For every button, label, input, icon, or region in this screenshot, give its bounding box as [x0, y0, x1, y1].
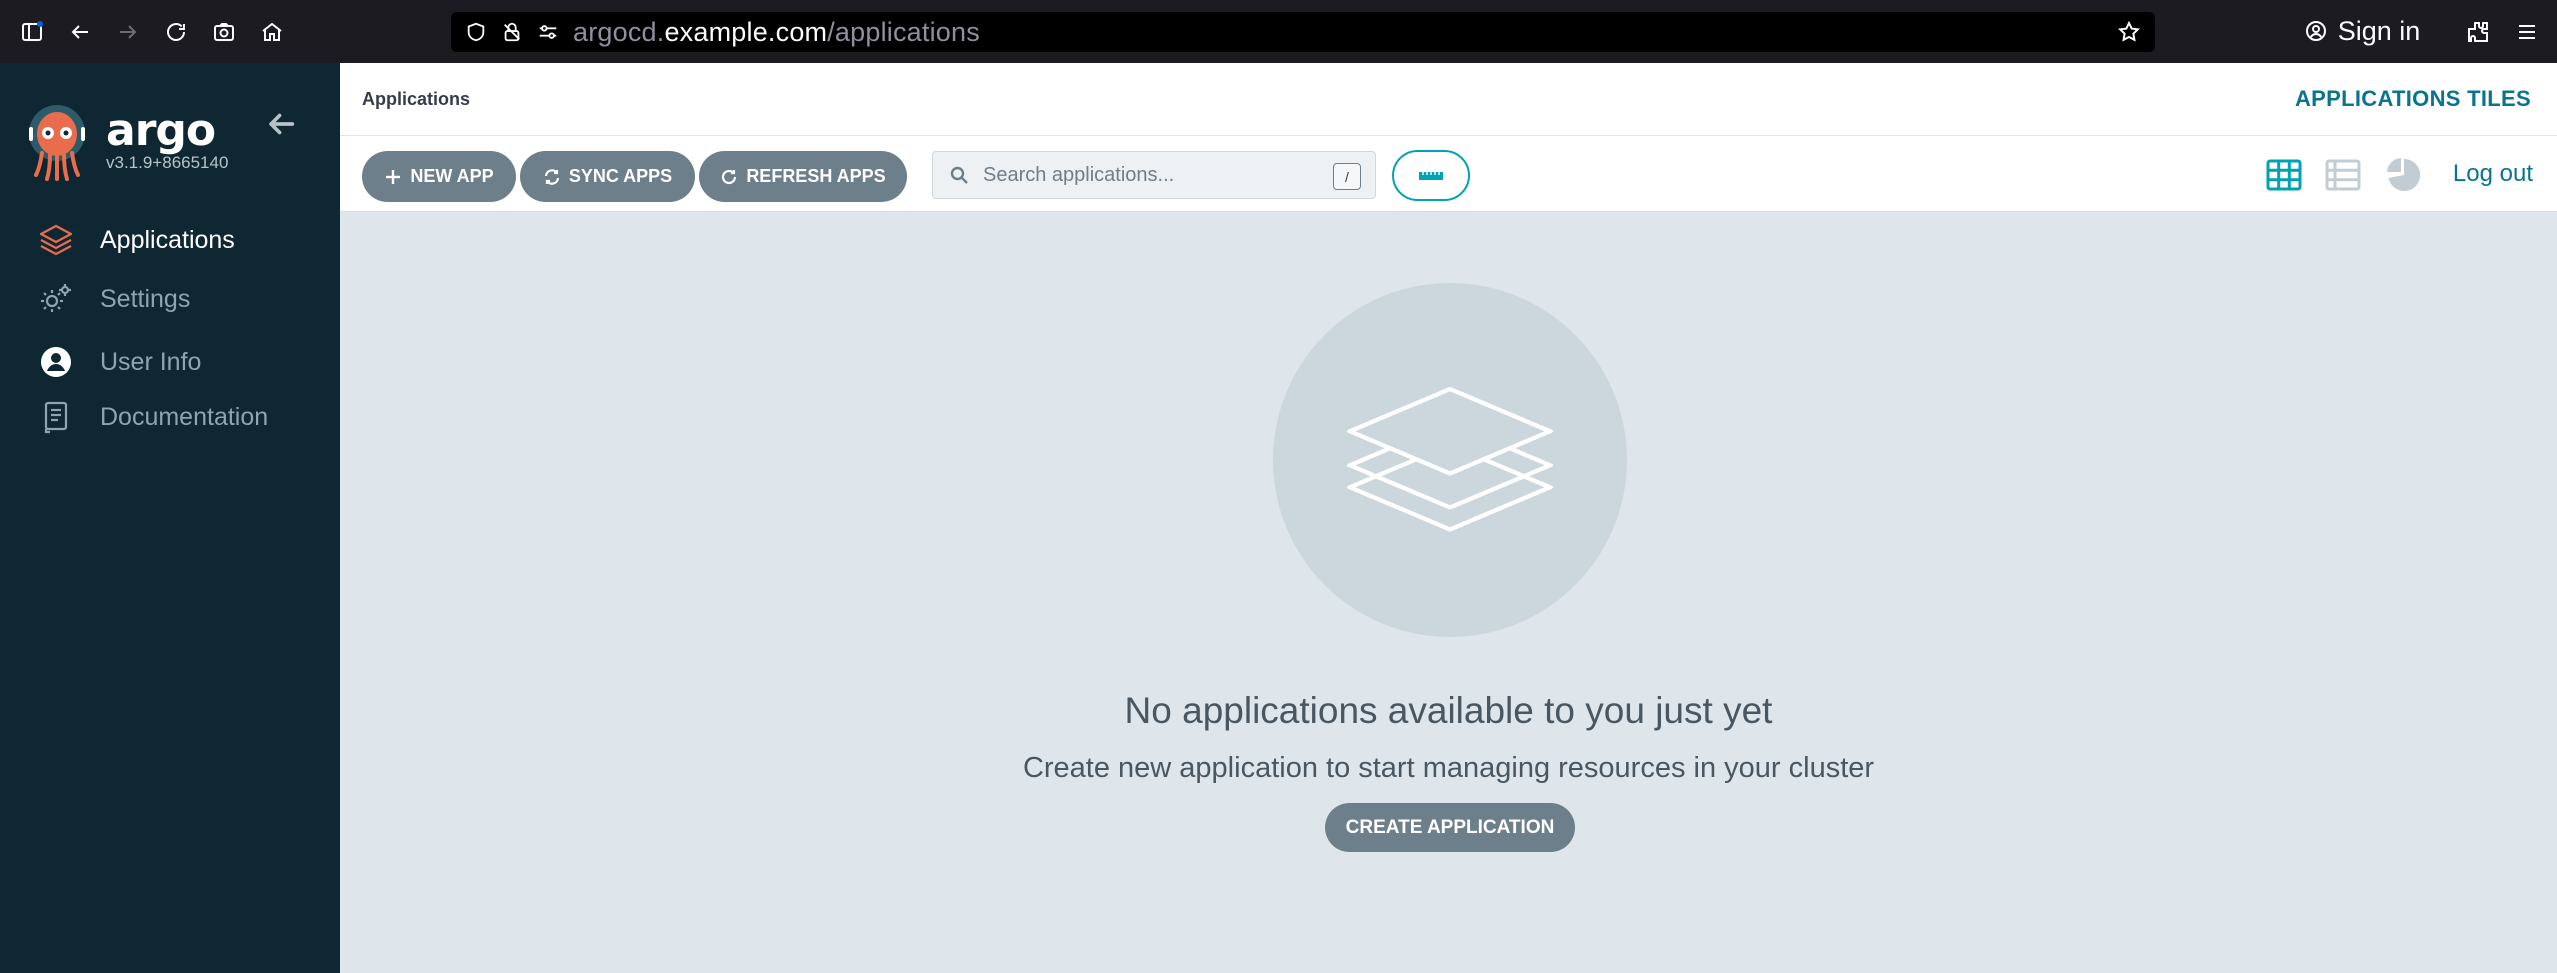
sync-apps-label: SYNC APPS — [568, 166, 673, 186]
empty-state-subtitle: Create new application to start managing… — [1022, 752, 1875, 784]
layers-icon — [1347, 387, 1553, 532]
new-app-button[interactable]: NEW APP — [362, 151, 516, 202]
sidebar-item-label: Documentation — [100, 402, 269, 431]
argo-logo-icon — [26, 103, 88, 181]
plus-icon — [386, 169, 401, 184]
address-bar[interactable]: argocd.example.com/applications — [451, 12, 2155, 52]
refresh-icon — [722, 169, 737, 184]
search-shortcut-hint: / — [1333, 163, 1361, 190]
collapse-sidebar-icon[interactable] — [264, 107, 298, 146]
empty-state-illustration — [1273, 283, 1627, 637]
lock-icon[interactable] — [501, 21, 523, 43]
reload-icon[interactable] — [152, 0, 200, 63]
bookmark-star-icon[interactable] — [2117, 20, 2141, 49]
sidebar-item-user-info[interactable]: User Info — [38, 339, 201, 385]
sidebar: argo v3.1.9+8665140 Applications Setting… — [0, 63, 340, 973]
ruler-icon — [1419, 171, 1443, 180]
book-icon — [44, 401, 68, 434]
search-input[interactable] — [983, 163, 1323, 187]
tracking-shield-icon[interactable] — [465, 21, 487, 43]
back-icon[interactable] — [56, 0, 104, 63]
sidebar-item-documentation[interactable]: Documentation — [38, 394, 268, 440]
logout-link[interactable]: Log out — [2453, 160, 2533, 188]
sync-icon — [544, 168, 559, 185]
home-icon[interactable] — [248, 0, 296, 63]
filter-toggle-button[interactable] — [1392, 150, 1470, 201]
sign-in-label: Sign in — [2337, 15, 2421, 46]
applications-toolbar: NEW APP SYNC APPS REFRESH APPS / Log out — [340, 136, 2557, 212]
gears-icon — [41, 284, 71, 312]
sidebar-item-label: User Info — [100, 347, 202, 376]
user-circle-icon — [41, 347, 71, 377]
sign-in-button[interactable]: Sign in — [2272, 6, 2452, 56]
sidebar-item-label: Settings — [100, 284, 191, 313]
tiles-view-icon[interactable] — [2265, 156, 2303, 199]
page-title: APPLICATIONS TILES — [2294, 86, 2531, 111]
app-logo-title: argo — [106, 105, 216, 156]
layers-icon — [39, 224, 73, 256]
create-application-button[interactable]: CREATE APPLICATION — [1325, 803, 1575, 852]
permissions-icon[interactable] — [537, 21, 559, 43]
sidebar-item-label: Applications — [100, 225, 235, 254]
empty-state-title: No applications available to you just ye… — [1124, 690, 1773, 731]
page-header: Applications APPLICATIONS TILES — [340, 63, 2557, 136]
refresh-apps-button[interactable]: REFRESH APPS — [699, 151, 907, 202]
forward-icon[interactable] — [104, 0, 152, 63]
screenshot-icon[interactable] — [200, 0, 248, 63]
breadcrumb[interactable]: Applications — [362, 89, 470, 110]
summary-pie-icon[interactable] — [2385, 156, 2423, 199]
list-view-icon[interactable] — [2324, 156, 2362, 199]
menu-icon[interactable] — [2515, 0, 2539, 63]
version-label: v3.1.9+8665140 — [106, 153, 229, 172]
url-text: argocd.example.com/applications — [573, 16, 980, 47]
refresh-apps-label: REFRESH APPS — [746, 166, 886, 186]
search-box[interactable]: / — [932, 151, 1376, 199]
sidebar-item-applications[interactable]: Applications — [38, 217, 235, 263]
extensions-icon[interactable] — [2466, 0, 2490, 63]
search-icon — [950, 166, 968, 184]
sidebar-item-settings[interactable]: Settings — [38, 276, 190, 322]
account-icon — [2305, 21, 2326, 41]
sync-apps-button[interactable]: SYNC APPS — [520, 151, 695, 202]
browser-toolbar: argocd.example.com/applications Sign in — [0, 0, 2557, 63]
sidebar-toggle-icon[interactable] — [8, 0, 56, 63]
new-app-label: NEW APP — [410, 166, 494, 186]
